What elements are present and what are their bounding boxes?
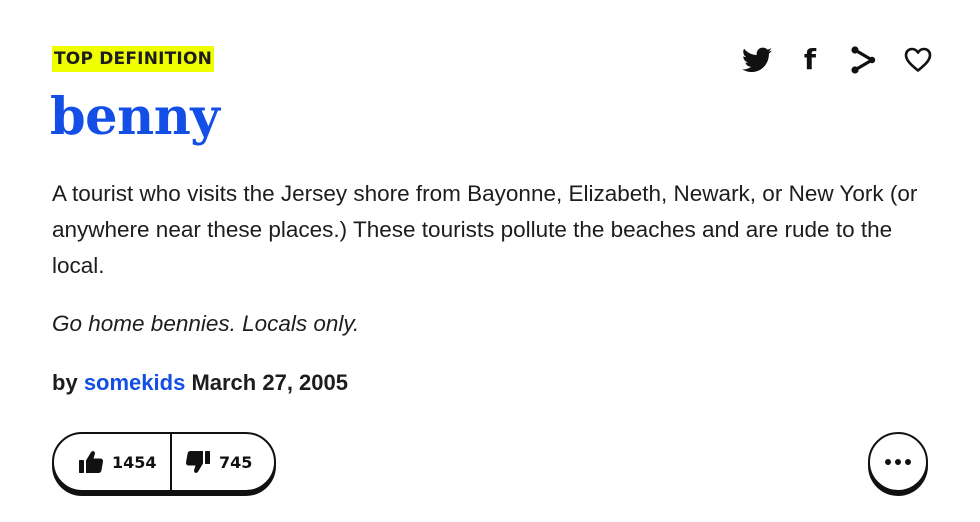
top-definition-badge: TOP DEFINITION <box>52 46 215 72</box>
facebook-icon: f <box>803 43 817 76</box>
thumbs-down-button[interactable]: 745 <box>172 434 274 490</box>
thumbs-up-icon <box>79 451 104 473</box>
definition-card: TOP DEFINITION f benny A tourist who vis… <box>0 0 980 522</box>
definition-date: March 27, 2005 <box>191 370 348 395</box>
downvote-count: 745 <box>219 452 253 472</box>
contributor-line: by somekids March 27, 2005 <box>52 366 348 400</box>
share-link-icon <box>851 46 876 74</box>
facebook-share-button[interactable]: f <box>794 42 826 78</box>
more-dots-icon <box>885 459 911 465</box>
by-label: by <box>52 370 78 395</box>
twitter-share-button[interactable] <box>738 42 776 78</box>
heart-icon <box>904 47 932 72</box>
twitter-icon <box>742 47 772 72</box>
definition-example: Go home bennies. Locals only. <box>52 311 360 336</box>
vote-buttons: 1454 745 <box>52 432 276 492</box>
favorite-button[interactable] <box>900 42 936 78</box>
author-link[interactable]: somekids <box>84 370 186 395</box>
definition-word-link[interactable]: benny <box>50 80 220 154</box>
thumbs-down-icon <box>185 451 210 473</box>
thumbs-up-button[interactable]: 1454 <box>54 434 172 490</box>
definition-meaning: A tourist who visits the Jersey shore fr… <box>52 181 918 278</box>
share-link-button[interactable] <box>846 42 882 78</box>
more-options-button[interactable] <box>868 432 928 492</box>
upvote-count: 1454 <box>112 452 157 472</box>
